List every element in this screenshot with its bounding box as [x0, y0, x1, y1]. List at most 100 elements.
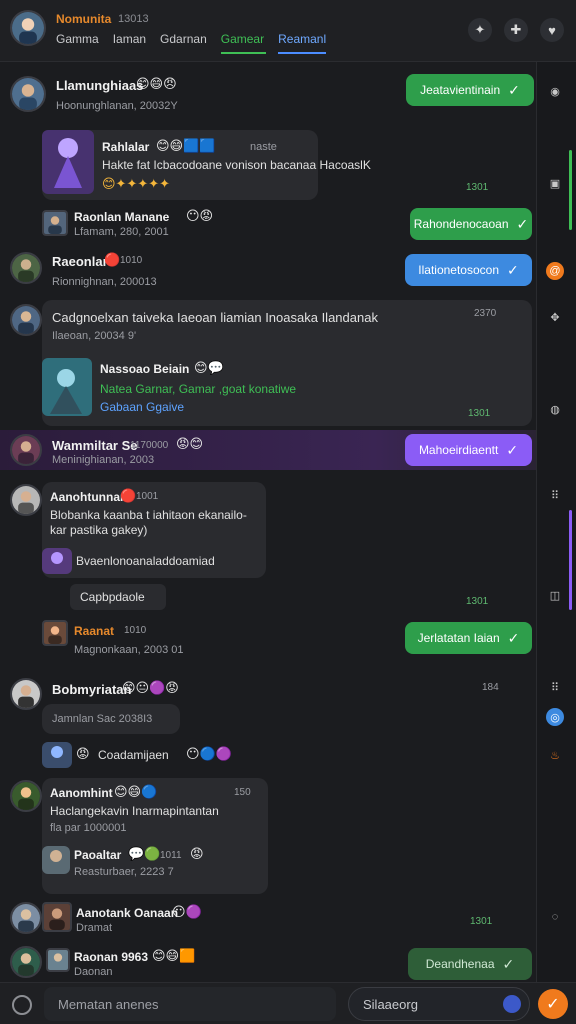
user-avatar[interactable] — [10, 76, 46, 112]
search-input[interactable]: Silaaeorg — [348, 987, 530, 1021]
card-title: Rahlalar — [102, 140, 150, 154]
user-avatar[interactable] — [10, 946, 42, 978]
message-time: 1170000 — [130, 440, 169, 451]
sender-name: Llamunghiaas — [56, 78, 144, 93]
user-avatar[interactable] — [46, 948, 70, 972]
sender-name: Bobmyriatan — [52, 682, 132, 697]
message-time: 150 — [234, 787, 251, 798]
top-bar: Nomunita 13013 Gamma Iaman Gdarnan Gamea… — [0, 0, 576, 62]
message-input-placeholder: Mematan anenes — [58, 996, 159, 1012]
message-subline: Ilaeoan, 20034 9' — [52, 330, 137, 342]
message-feed: Llamunghiaas 😊😄😠 Hoonunghlanan, 20032Y J… — [0, 62, 576, 982]
user-avatar[interactable] — [42, 620, 68, 646]
tab-gamear[interactable]: Gamear — [220, 30, 267, 54]
reply-text: Bvaenlonoanaladdoamiad — [76, 554, 215, 568]
sender-name: Aanomhint — [50, 786, 113, 800]
reply-thumbnail — [42, 548, 72, 574]
shared-card[interactable]: Rahlalar 😊😄🟦🟦 naste Hakte fat Icbacodoan… — [42, 130, 371, 200]
profile-avatar[interactable] — [10, 10, 46, 46]
message-row: Raonan 9963 😊😄🟧 Daonan Deandhenaa ✓ — [0, 942, 536, 982]
profile-title: Nomunita — [56, 12, 112, 26]
message-row: Llamunghiaas 😊😄😠 Hoonunghlanan, 20032Y J… — [0, 70, 536, 122]
message-input[interactable]: Mematan anenes — [44, 987, 336, 1021]
heart-icon[interactable]: ♥ — [540, 18, 564, 42]
card-time: 1301 — [466, 182, 489, 193]
large-message-card[interactable]: Cadgnoelxan taiveka Iaeoan liamian Inoas… — [10, 300, 532, 426]
game-thumbnail — [42, 358, 92, 416]
message-subline: Jamnlan Sac 2038I3 — [52, 713, 153, 725]
message-row: Wammiltar Se 1170000 😡😊 Meninighianan, 2… — [0, 430, 536, 470]
jeat-button[interactable]: Jeatavientinain ✓ — [406, 74, 534, 106]
message-row: Raonlan Manane 😶😡 Lfamam, 280, 2001 Raho… — [0, 202, 536, 242]
top-icon-group: ✦ ✚ ♥ — [468, 18, 564, 42]
game-thumbnail — [42, 130, 94, 194]
deandhe-button[interactable]: Deandhenaa ✓ — [408, 948, 532, 980]
reply-text: Coadamijaen — [98, 748, 169, 762]
user-avatar[interactable] — [10, 484, 42, 516]
message-subline: Meninighianan, 2003 — [52, 454, 155, 466]
reaction-icons: 😊😄🔵 — [114, 784, 158, 799]
star-icons: 😊✦✦✦✦✦ — [102, 176, 171, 191]
reaction-icons: 🔴 — [104, 252, 121, 267]
maho-button[interactable]: Mahoeirdiaentt ✓ — [405, 434, 532, 466]
ilation-button[interactable]: Ilationetosocon ✓ — [405, 254, 532, 286]
message-card[interactable]: Aanohtunnan 🔴 1001 Blobanka kaanba t iah… — [10, 482, 266, 578]
tab-iaman[interactable]: Iaman — [113, 30, 146, 54]
reaction-icons: 😡😊 — [176, 436, 204, 451]
rahon-button[interactable]: Rahondenocaoan ✓ — [410, 208, 532, 240]
user-avatar[interactable] — [10, 434, 42, 466]
card-text: Hakte fat Icbacodoane vonison bacanaa Ha… — [102, 158, 371, 172]
tab-gdarnan[interactable]: Gdarnan — [160, 30, 207, 54]
reaction-icons: 😡 — [76, 746, 90, 761]
reaction-icons: 😶🟣 — [172, 904, 202, 919]
user-avatar[interactable] — [10, 902, 42, 934]
tab-gamma[interactable]: Gamma — [56, 30, 99, 54]
message-text: Blobanka kaanba t iahitaon ekanailo-kar … — [50, 508, 247, 537]
message-time: 1010 — [124, 625, 147, 636]
user-avatar[interactable] — [10, 678, 42, 710]
reaction-icons: 😊😄🟧 — [152, 948, 196, 963]
user-avatar[interactable] — [42, 210, 68, 236]
sender-name: Raonlan Manane — [74, 210, 170, 224]
message-time: 1001 — [136, 491, 159, 502]
bottom-bar: Mematan anenes Silaaeorg ✓ — [0, 982, 576, 1024]
sender-name: Raanat — [74, 624, 115, 638]
user-avatar[interactable] — [10, 252, 42, 284]
card-subline: Reasturbaer, 2223 7 — [74, 866, 174, 878]
message-subline: Daonan — [74, 966, 113, 978]
send-icon[interactable]: ✓ — [538, 989, 568, 1019]
reaction-icons: 😶😡 — [186, 208, 214, 223]
card-thumbnail — [42, 846, 70, 874]
card-title: Nassoao Beiain — [100, 362, 190, 376]
search-input-text: Silaaeorg — [363, 996, 418, 1012]
message-time: 1010 — [120, 255, 143, 266]
user-avatar[interactable] — [10, 780, 42, 812]
gamepad-icon[interactable]: ✦ — [468, 18, 492, 42]
puzzle-icon[interactable]: ✚ — [504, 18, 528, 42]
reaction-icons: 😊😐🟣😡 — [122, 680, 179, 695]
user-avatar[interactable] — [42, 902, 72, 932]
message-row: Raanat 1010 Magnonkaan, 2003 01 Jerlatat… — [0, 614, 536, 662]
message-subline: Hoonunghlanan, 20032Y — [56, 100, 178, 112]
jerlat-button[interactable]: Jerlatatan Iaian ✓ — [405, 622, 532, 654]
capb-button[interactable]: Capbpdaole — [70, 584, 166, 610]
maho-button-label: Mahoeirdiaentt — [418, 443, 499, 457]
card-reactions: 💬🟢 — [128, 846, 161, 861]
card-time: 1301 — [466, 596, 489, 607]
sender-name: Aanotank Oanaan — [76, 906, 179, 920]
profile-subtitle: 13013 — [118, 13, 149, 25]
card-link[interactable]: Gabaan Ggaive — [100, 400, 184, 414]
search-button[interactable] — [503, 995, 521, 1013]
capb-button-label: Capbpdaole — [80, 590, 145, 604]
rahon-button-label: Rahondenocaoan — [413, 217, 509, 231]
subline-card: Jamnlan Sac 2038I3 — [42, 704, 180, 734]
sender-name: Aanohtunnan — [50, 490, 128, 504]
check-icon: ✓ — [502, 955, 515, 972]
chat-icon[interactable] — [12, 995, 32, 1015]
message-subline: Rionnighnan, 200013 — [52, 276, 157, 288]
reaction-icons: 😶🔵🟣 — [186, 746, 232, 761]
user-avatar[interactable] — [10, 304, 42, 336]
message-card[interactable]: Aanomhint 😊😄🔵 150 Haclangekavin Inarmapi… — [10, 778, 268, 894]
message-row: Aanotank Oanaan 😶🟣 Dramat 1301 — [0, 898, 536, 938]
tab-reamanl[interactable]: Reamanl — [278, 30, 327, 54]
